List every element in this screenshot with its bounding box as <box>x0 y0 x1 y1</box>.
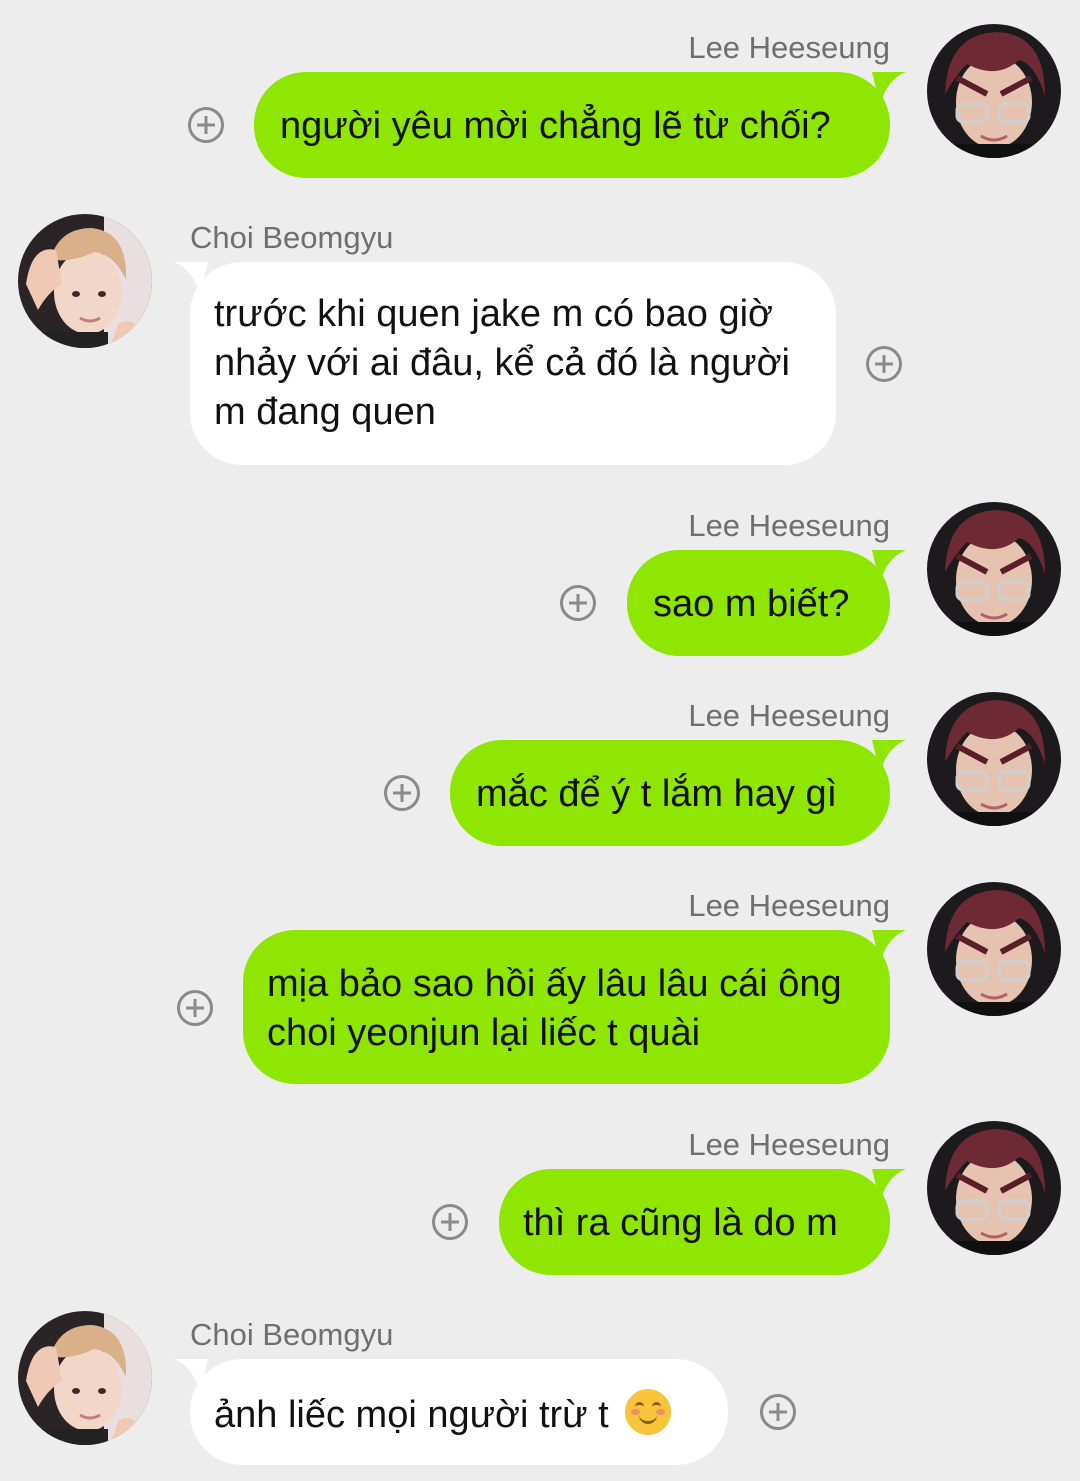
message-row: Lee Heeseung thì ra cũng là do m <box>0 1127 1080 1277</box>
message-row: Lee Heeseung mịa bảo sao hồi ấy lâu lâu … <box>0 888 1080 1088</box>
avatar-lee-heeseung[interactable] <box>927 692 1061 826</box>
message-bubble[interactable]: thì ra cũng là do m <box>499 1169 890 1275</box>
plus-circle-icon[interactable] <box>177 990 213 1026</box>
plus-circle-icon[interactable] <box>432 1204 468 1240</box>
sender-name: Lee Heeseung <box>688 698 890 733</box>
avatar-lee-heeseung[interactable] <box>927 24 1061 158</box>
message-row: Choi Beomgyu ảnh liếc mọi người trừ t <box>0 1317 1080 1477</box>
sender-name: Choi Beomgyu <box>190 1317 394 1352</box>
message-text: ảnh liếc mọi người trừ t <box>214 1394 609 1436</box>
plus-circle-icon[interactable] <box>866 346 902 382</box>
message-text: thì ra cũng là do m <box>523 1202 838 1244</box>
plus-circle-icon[interactable] <box>384 775 420 811</box>
message-text: trước khi quen jake m có bao giờ nhảy vớ… <box>214 293 790 433</box>
avatar-choi-beomgyu[interactable] <box>18 214 152 348</box>
message-text: mịa bảo sao hồi ấy lâu lâu cái ông choi … <box>267 963 842 1054</box>
message-text: mắc để ý t lắm hay gì <box>476 773 838 815</box>
message-bubble[interactable]: trước khi quen jake m có bao giờ nhảy vớ… <box>190 262 836 465</box>
avatar-lee-heeseung[interactable] <box>927 1121 1061 1255</box>
message-bubble[interactable]: ảnh liếc mọi người trừ t <box>190 1359 728 1465</box>
message-row: Lee Heeseung người yêu mời chẳng lẽ từ c… <box>0 30 1080 180</box>
avatar-lee-heeseung[interactable] <box>927 882 1061 1016</box>
message-text: người yêu mời chẳng lẽ từ chối? <box>280 105 831 147</box>
sender-name: Lee Heeseung <box>688 508 890 543</box>
plus-circle-icon[interactable] <box>760 1394 796 1430</box>
plus-circle-icon[interactable] <box>560 585 596 621</box>
message-row: Choi Beomgyu trước khi quen jake m có ba… <box>0 220 1080 470</box>
smiling-face-emoji <box>625 1389 672 1435</box>
message-bubble[interactable]: sao m biết? <box>627 550 890 656</box>
plus-circle-icon[interactable] <box>188 107 224 143</box>
message-bubble[interactable]: mắc để ý t lắm hay gì <box>450 740 890 846</box>
sender-name: Choi Beomgyu <box>190 220 394 255</box>
message-row: Lee Heeseung mắc để ý t lắm hay gì <box>0 698 1080 848</box>
sender-name: Lee Heeseung <box>688 888 890 923</box>
message-text: sao m biết? <box>653 583 850 625</box>
avatar-choi-beomgyu[interactable] <box>18 1311 152 1445</box>
avatar-lee-heeseung[interactable] <box>927 502 1061 636</box>
message-bubble[interactable]: mịa bảo sao hồi ấy lâu lâu cái ông choi … <box>243 930 890 1084</box>
message-row: Lee Heeseung sao m biết? <box>0 508 1080 658</box>
sender-name: Lee Heeseung <box>688 1127 890 1162</box>
message-bubble[interactable]: người yêu mời chẳng lẽ từ chối? <box>254 72 890 178</box>
sender-name: Lee Heeseung <box>688 30 890 65</box>
